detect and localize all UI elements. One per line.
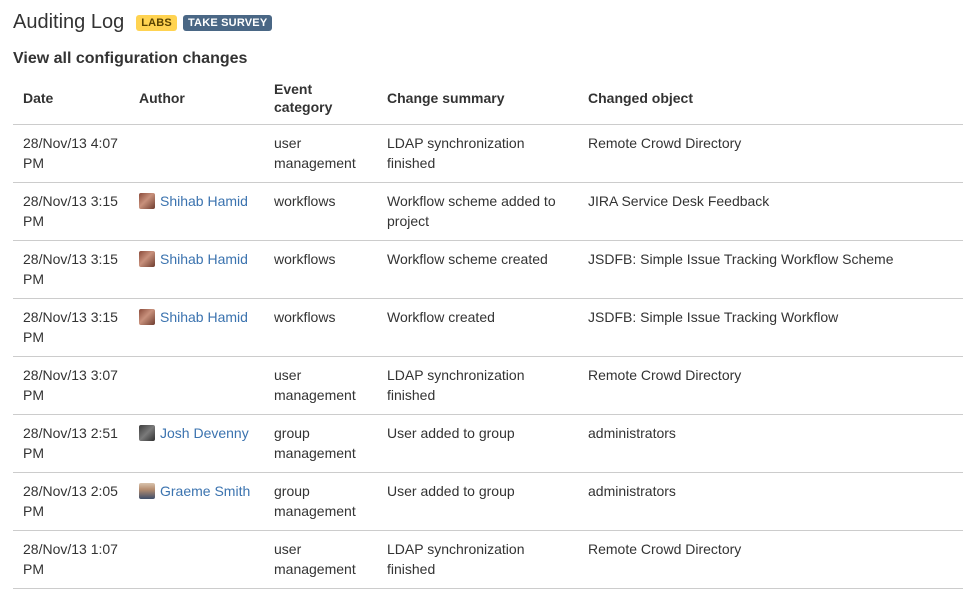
cell-event-category: workflows [264,182,377,241]
cell-date: 28/Nov/13 3:07 PM [13,356,129,415]
title-row: Auditing Log LABS TAKE SURVEY [13,0,963,44]
cell-event-category: group management [264,414,377,473]
author-link[interactable]: Shihab Hamid [139,249,248,269]
cell-date: 28/Nov/13 1:07 PM [13,530,129,589]
cell-change-summary: LDAP synchronization finished [377,124,578,183]
cell-event-category: user management [264,356,377,415]
column-header-date[interactable]: Date [13,73,129,125]
cell-changed-object: Remote Crowd Directory [578,356,963,415]
labs-badge: LABS [136,15,177,31]
author-link[interactable]: Graeme Smith [139,481,250,501]
table-row: 28/Nov/13 3:07 PM user management LDAP s… [13,356,963,415]
cell-author: Graeme Smith [129,472,264,531]
column-header-event-category[interactable]: Event category [264,73,377,125]
cell-change-summary: User added to group [377,472,578,531]
author-name: Graeme Smith [160,483,251,499]
user-avatar-icon [139,251,155,267]
cell-changed-object: JSDFB: Simple Issue Tracking Workflow [578,298,963,357]
cell-changed-object: Remote Crowd Directory [578,124,963,183]
cell-change-summary: LDAP synchronization finished [377,530,578,589]
cell-changed-object: administrators [578,414,963,473]
author-name: Shihab Hamid [160,309,248,325]
cell-author: Shihab Hamid [129,182,264,241]
cell-change-summary: Workflow scheme added to project [377,182,578,241]
author-link[interactable]: Shihab Hamid [139,307,248,327]
table-row: 28/Nov/13 4:07 PM user management LDAP s… [13,124,963,183]
cell-author: Shihab Hamid [129,240,264,299]
table-row: 28/Nov/13 1:07 PM user management LDAP s… [13,530,963,589]
author-link[interactable]: Josh Devenny [139,423,249,443]
cell-date: 28/Nov/13 3:15 PM [13,240,129,299]
cell-change-summary: User added to group [377,414,578,473]
cell-date: 28/Nov/13 2:05 PM [13,472,129,531]
author-link[interactable]: Shihab Hamid [139,191,248,211]
table-row: 28/Nov/13 2:51 PM Josh Devenny group man… [13,414,963,473]
cell-change-summary: Workflow scheme created [377,240,578,299]
cell-change-summary: Workflow created [377,298,578,357]
user-avatar-icon [139,483,155,499]
table-row: 28/Nov/13 3:15 PM Shihab Hamid workflows… [13,182,963,241]
section-heading: View all configuration changes [13,50,248,67]
user-avatar-icon [139,309,155,325]
user-avatar-icon [139,425,155,441]
cell-change-summary: LDAP synchronization finished [377,356,578,415]
column-header-author[interactable]: Author [129,73,264,125]
column-header-changed-object[interactable]: Changed object [578,73,963,125]
cell-changed-object: administrators [578,472,963,531]
cell-changed-object: Remote Crowd Directory [578,530,963,589]
cell-author [129,530,264,589]
cell-date: 28/Nov/13 3:15 PM [13,298,129,357]
cell-event-category: workflows [264,240,377,299]
table-row: 28/Nov/13 2:05 PM Graeme Smith group man… [13,472,963,531]
cell-event-category: group management [264,472,377,531]
cell-date: 28/Nov/13 3:15 PM [13,182,129,241]
user-avatar-icon [139,193,155,209]
cell-author [129,124,264,183]
page-title: Auditing Log [13,11,125,33]
table-row: 28/Nov/13 3:15 PM Shihab Hamid workflows… [13,240,963,299]
cell-author [129,356,264,415]
column-header-change-summary[interactable]: Change summary [377,73,578,125]
audit-log-table: Date Author Event category Change summar… [13,73,963,589]
cell-changed-object: JSDFB: Simple Issue Tracking Workflow Sc… [578,240,963,299]
author-name: Shihab Hamid [160,251,248,267]
cell-changed-object: JIRA Service Desk Feedback [578,182,963,241]
cell-author: Shihab Hamid [129,298,264,357]
cell-event-category: user management [264,124,377,183]
table-header-row: Date Author Event category Change summar… [13,73,963,125]
auditing-log-page: Auditing Log LABS TAKE SURVEY View all c… [13,0,963,589]
author-name: Shihab Hamid [160,193,248,209]
cell-event-category: user management [264,530,377,589]
cell-author: Josh Devenny [129,414,264,473]
cell-date: 28/Nov/13 4:07 PM [13,124,129,183]
cell-date: 28/Nov/13 2:51 PM [13,414,129,473]
author-name: Josh Devenny [160,425,249,441]
table-row: 28/Nov/13 3:15 PM Shihab Hamid workflows… [13,298,963,357]
cell-event-category: workflows [264,298,377,357]
take-survey-badge[interactable]: TAKE SURVEY [182,15,273,31]
